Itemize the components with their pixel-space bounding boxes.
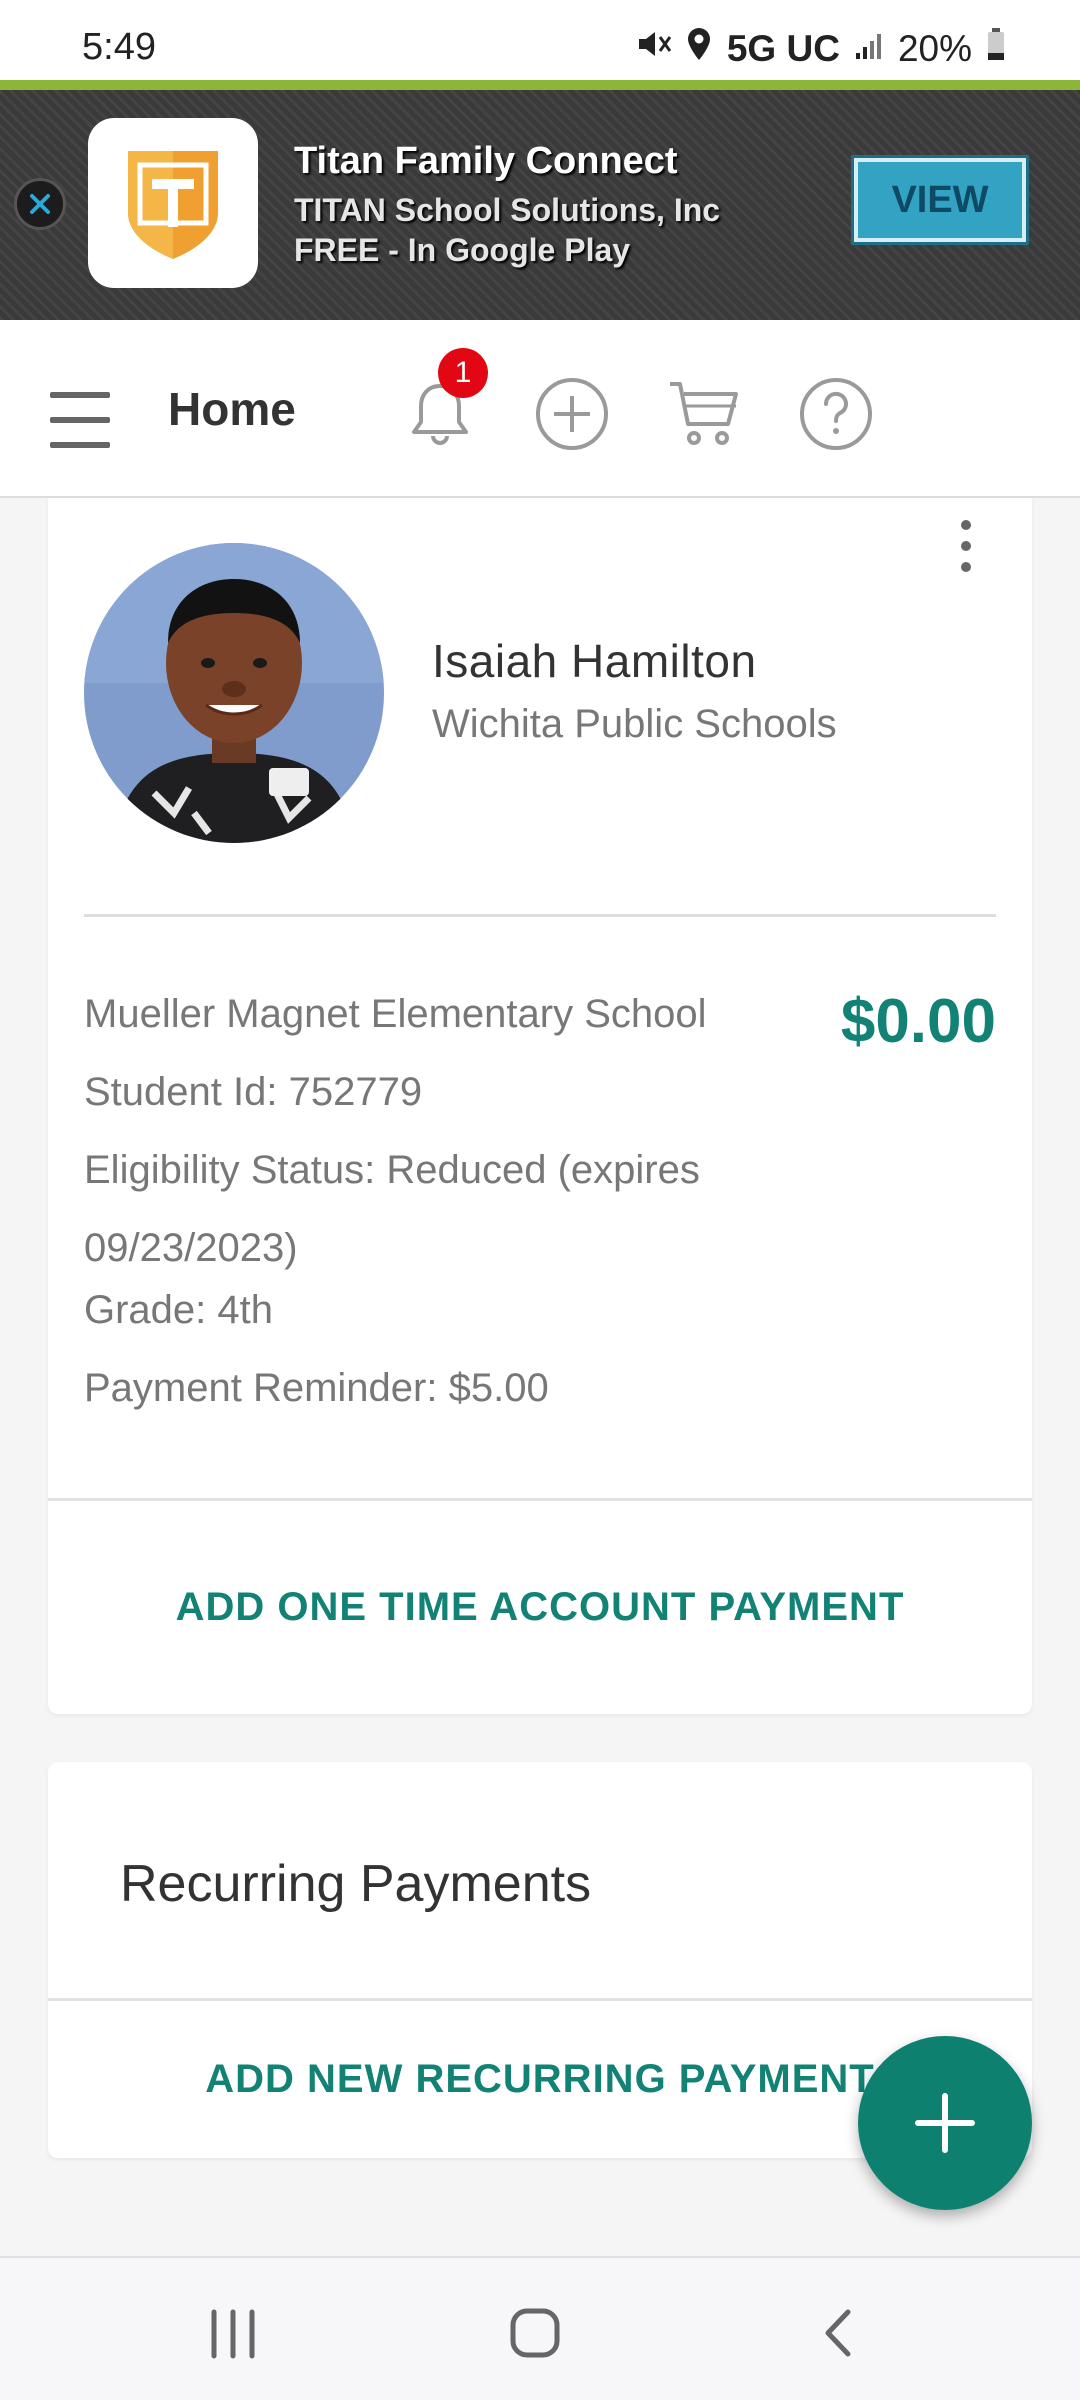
plus-circle-icon	[536, 378, 608, 450]
recent-apps-button[interactable]	[198, 2298, 268, 2368]
battery-percent: 20%	[897, 27, 972, 69]
student-card: Isaiah Hamilton Wichita Public Schools M…	[48, 498, 1032, 1714]
district-name: Wichita Public Schools	[432, 702, 837, 746]
ad-app-name: Titan Family Connect	[294, 140, 678, 182]
mute-vibrate-icon	[635, 26, 672, 71]
status-bar: 5:49 5G UC 20%	[0, 0, 1080, 84]
account-balance: $0.00	[840, 987, 996, 1056]
ad-close-button[interactable]	[14, 178, 66, 230]
fab-add-button[interactable]	[858, 2036, 1032, 2210]
home-icon	[510, 2308, 560, 2358]
status-icons: 5G UC 20%	[635, 26, 1006, 71]
ad-banner[interactable]: Titan Family Connect TITAN School Soluti…	[0, 90, 1080, 320]
home-button[interactable]	[500, 2298, 570, 2368]
divider	[84, 914, 996, 917]
notification-badge: 1	[438, 348, 488, 398]
top-nav: Home 1	[0, 320, 1080, 498]
back-icon	[825, 2309, 851, 2357]
eligibility-status: Eligibility Status: Reduced (expires	[84, 1148, 700, 1192]
eligibility-expiry: 09/23/2023)	[84, 1226, 298, 1270]
signal-icon	[854, 28, 884, 70]
grade: Grade: 4th	[84, 1288, 274, 1332]
status-time: 5:49	[82, 26, 156, 68]
avatar	[84, 543, 384, 843]
system-nav-bar	[0, 2256, 1080, 2400]
recent-apps-icon	[211, 2309, 255, 2359]
add-one-time-payment-button[interactable]: ADD ONE TIME ACCOUNT PAYMENT	[48, 1501, 1032, 1714]
help-button[interactable]	[798, 376, 874, 452]
add-button[interactable]	[534, 376, 610, 452]
shield-logo-icon	[128, 151, 218, 259]
network-type: 5G UC	[726, 27, 840, 69]
more-options-icon[interactable]	[956, 520, 976, 576]
menu-icon[interactable]	[50, 392, 110, 448]
cart-icon	[670, 382, 738, 445]
ad-publisher: TITAN School Solutions, Inc	[294, 192, 721, 228]
student-photo	[84, 543, 384, 843]
student-id: Student Id: 752779	[84, 1070, 423, 1114]
cart-button[interactable]	[666, 376, 742, 452]
page-title: Home	[168, 383, 296, 435]
close-icon	[30, 194, 50, 214]
school-name: Mueller Magnet Elementary School	[84, 992, 707, 1036]
student-name: Isaiah Hamilton	[432, 635, 757, 687]
accent-stripe	[0, 80, 1080, 90]
ad-price-store: FREE - In Google Play	[294, 232, 631, 268]
plus-icon	[915, 2093, 975, 2153]
recurring-payments-title: Recurring Payments	[120, 1855, 592, 1913]
battery-icon	[986, 27, 1006, 70]
location-icon	[685, 26, 713, 71]
payment-reminder: Payment Reminder: $5.00	[84, 1366, 549, 1410]
back-button[interactable]	[804, 2298, 874, 2368]
ad-view-button[interactable]: VIEW	[851, 155, 1029, 245]
help-icon	[800, 378, 872, 450]
app-logo	[88, 118, 258, 288]
